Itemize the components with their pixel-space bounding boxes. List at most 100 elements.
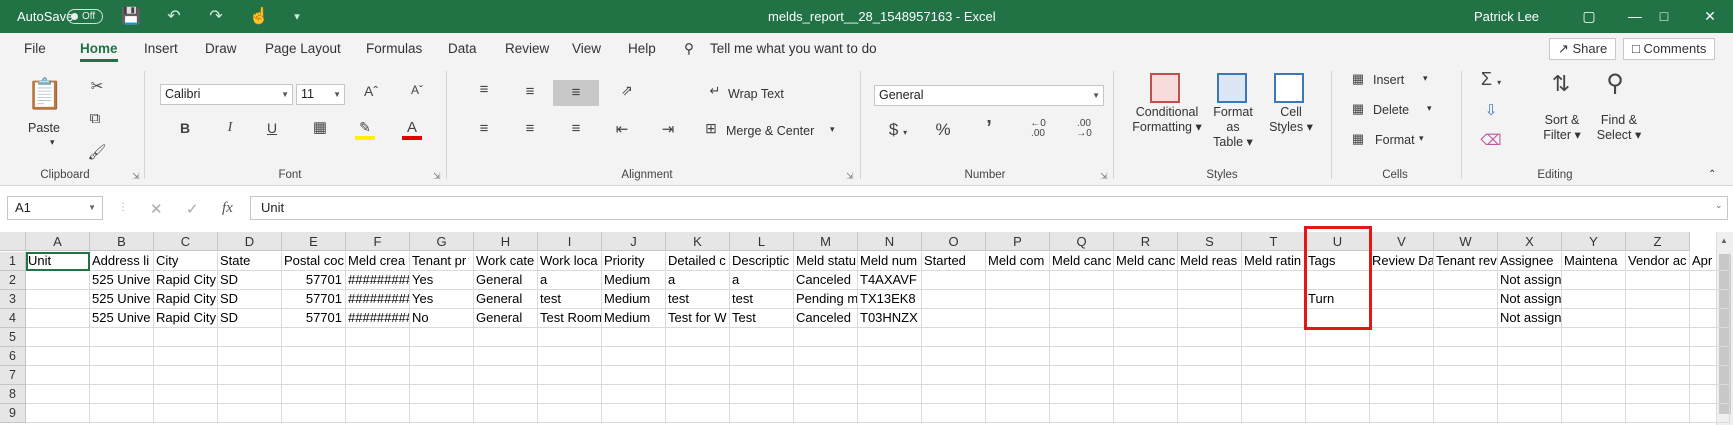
cell[interactable]: Canceled xyxy=(794,309,858,328)
cell[interactable] xyxy=(1306,347,1370,366)
cell[interactable]: Meld reas xyxy=(1178,252,1242,271)
cell[interactable] xyxy=(538,328,602,347)
cell[interactable] xyxy=(1242,328,1306,347)
cell[interactable]: No xyxy=(410,309,474,328)
copy-icon[interactable]: ⧉ xyxy=(84,110,106,127)
cell[interactable] xyxy=(1434,404,1498,423)
row-header[interactable]: 8 xyxy=(0,385,26,404)
cell[interactable]: Apr xyxy=(1690,252,1730,271)
cell[interactable]: Meld com xyxy=(986,252,1050,271)
cell[interactable] xyxy=(1498,385,1562,404)
cell[interactable] xyxy=(90,347,154,366)
cell[interactable] xyxy=(1114,347,1178,366)
column-header[interactable]: X xyxy=(1498,232,1562,251)
delete-button[interactable]: Delete xyxy=(1373,103,1409,117)
cell[interactable]: Meld crea xyxy=(346,252,410,271)
cell[interactable] xyxy=(1434,290,1498,309)
enter-icon[interactable]: ✓ xyxy=(186,200,199,218)
cell[interactable] xyxy=(1690,309,1730,328)
clipboard-launcher-icon[interactable]: ⇲ xyxy=(132,171,140,182)
cell[interactable] xyxy=(1114,309,1178,328)
cell[interactable] xyxy=(1370,271,1434,290)
cell[interactable] xyxy=(666,385,730,404)
cell[interactable]: ######### xyxy=(346,309,410,328)
cell[interactable] xyxy=(410,404,474,423)
cell[interactable] xyxy=(1242,385,1306,404)
cell[interactable] xyxy=(1242,366,1306,385)
cell[interactable]: Not assigned xyxy=(1498,271,1562,290)
formula-input[interactable]: Unit xyxy=(250,196,1728,220)
cell[interactable]: SD xyxy=(218,271,282,290)
cell[interactable] xyxy=(1114,328,1178,347)
tab-formulas[interactable]: Formulas xyxy=(366,33,422,65)
cell[interactable]: SD xyxy=(218,290,282,309)
cell[interactable]: Tags xyxy=(1306,252,1370,271)
cell[interactable] xyxy=(1050,404,1114,423)
chevron-down-icon[interactable]: ▾ xyxy=(1419,133,1424,144)
cell[interactable]: Test Room xyxy=(538,309,602,328)
cell[interactable]: a xyxy=(538,271,602,290)
cell[interactable]: ######### xyxy=(346,271,410,290)
row-header[interactable]: 1 xyxy=(0,252,26,271)
cell[interactable] xyxy=(1242,347,1306,366)
chevron-down-icon[interactable]: ▾ xyxy=(1427,103,1432,114)
cell[interactable] xyxy=(154,385,218,404)
cell[interactable]: a xyxy=(666,271,730,290)
cell[interactable] xyxy=(1050,385,1114,404)
cell[interactable] xyxy=(474,347,538,366)
row-header[interactable]: 4 xyxy=(0,309,26,328)
merge-center-button[interactable]: Merge & Center xyxy=(726,124,814,138)
cell[interactable]: 57701 xyxy=(282,271,346,290)
paste-button[interactable]: Paste xyxy=(28,121,60,135)
row-header[interactable]: 9 xyxy=(0,404,26,423)
column-header[interactable]: B xyxy=(90,232,154,251)
cell[interactable] xyxy=(1562,347,1626,366)
cell[interactable]: 57701 xyxy=(282,309,346,328)
top-align-icon[interactable]: ≡ xyxy=(474,81,494,98)
cell[interactable]: Meld statu xyxy=(794,252,858,271)
format-button[interactable]: Format xyxy=(1375,133,1415,147)
cell[interactable] xyxy=(1370,404,1434,423)
name-box[interactable]: A1 ▼ xyxy=(7,196,103,220)
spreadsheet-grid[interactable]: ▲ A B C D E F G H I J K L M N O P Q R S T U V W X Y Z 1 2 3 4 5 6 7 8 9 Uni… xyxy=(0,226,1733,425)
cell[interactable]: Postal coc xyxy=(282,252,346,271)
redo-icon[interactable]: ↷ xyxy=(205,6,227,28)
percent-icon[interactable]: % xyxy=(932,120,954,140)
cell[interactable] xyxy=(282,328,346,347)
tab-home[interactable]: Home xyxy=(80,33,118,65)
column-header[interactable]: F xyxy=(346,232,410,251)
cell[interactable] xyxy=(858,385,922,404)
cell[interactable] xyxy=(26,290,90,309)
cell[interactable]: City xyxy=(154,252,218,271)
sort-filter-button[interactable]: Sort & Filter ▾ xyxy=(1540,113,1584,143)
cell[interactable] xyxy=(1178,404,1242,423)
cell-styles-button[interactable]: Cell Styles ▾ xyxy=(1266,105,1316,135)
cell[interactable] xyxy=(602,404,666,423)
cell[interactable] xyxy=(474,385,538,404)
expand-formula-icon[interactable]: ⌄ xyxy=(1715,200,1723,211)
bottom-align-icon[interactable]: ≡ xyxy=(553,80,599,106)
row-header[interactable]: 2 xyxy=(0,271,26,290)
cell[interactable] xyxy=(282,347,346,366)
cell[interactable] xyxy=(1626,290,1690,309)
close-icon[interactable]: ✕ xyxy=(1687,0,1733,33)
ribbon-display-icon[interactable]: ▢ xyxy=(1566,0,1612,33)
increase-indent-icon[interactable]: ⇥ xyxy=(658,120,678,138)
font-launcher-icon[interactable]: ⇲ xyxy=(433,171,441,182)
italic-icon[interactable]: I xyxy=(220,120,240,136)
cell[interactable]: Not assigned xyxy=(1498,309,1562,328)
cell[interactable] xyxy=(666,366,730,385)
fill-color-icon[interactable]: ✎ xyxy=(355,119,375,140)
touch-mode-icon[interactable]: ☝ xyxy=(248,6,270,28)
cell[interactable] xyxy=(602,347,666,366)
cell[interactable]: General xyxy=(474,290,538,309)
orientation-icon[interactable]: ⇗ xyxy=(614,82,640,99)
conditional-formatting-button[interactable]: Conditional Formatting ▾ xyxy=(1132,105,1202,135)
currency-icon[interactable]: $ ▾ xyxy=(885,120,911,140)
cell[interactable]: Test for W xyxy=(666,309,730,328)
cell[interactable] xyxy=(1690,347,1730,366)
cell[interactable]: Work cate xyxy=(474,252,538,271)
cell[interactable]: Unit xyxy=(26,252,90,271)
cell[interactable] xyxy=(1242,404,1306,423)
cell[interactable]: SD xyxy=(218,309,282,328)
